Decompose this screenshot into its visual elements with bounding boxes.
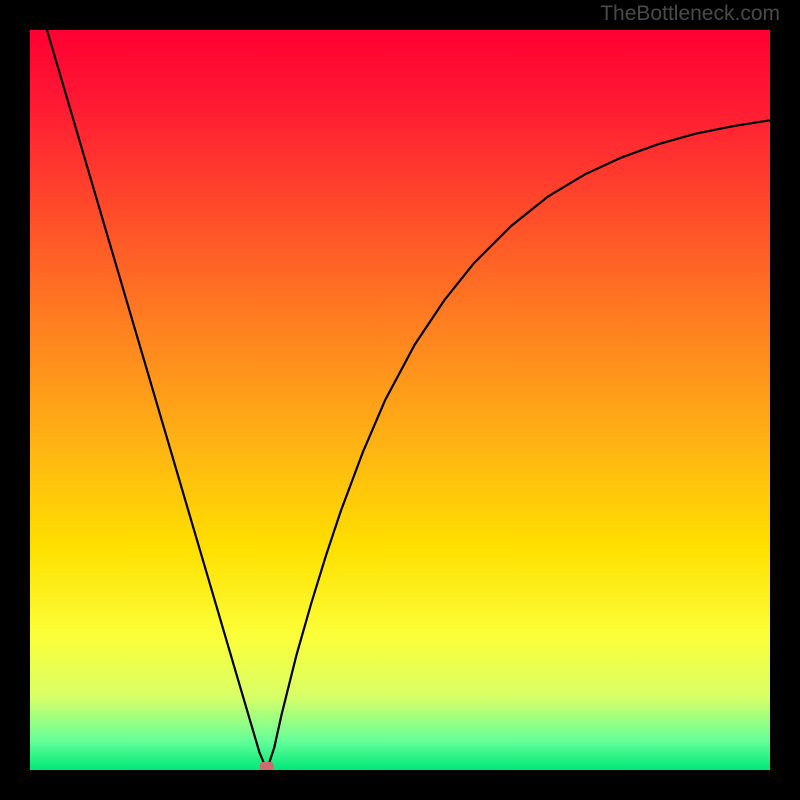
watermark-text: TheBottleneck.com — [600, 2, 780, 26]
chart-frame: TheBottleneck.com — [0, 0, 800, 800]
minimum-marker — [260, 762, 274, 771]
plot-background — [30, 30, 770, 770]
bottleneck-chart — [0, 0, 800, 800]
